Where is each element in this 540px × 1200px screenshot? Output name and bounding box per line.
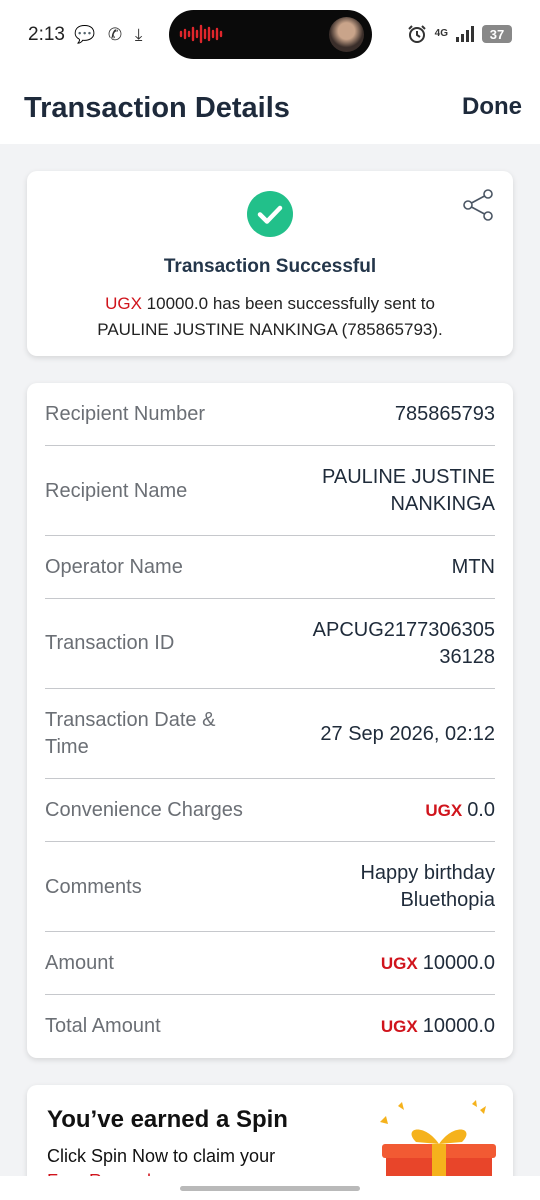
gift-icon <box>380 1100 496 1176</box>
detail-value: PAULINE JUSTINE NANKINGA <box>322 464 495 518</box>
currency-label: UGX <box>380 1017 418 1036</box>
detail-value: UGX 0.0 <box>425 797 495 824</box>
app-header: Transaction Details Done <box>0 70 540 144</box>
detail-label: Amount <box>45 952 114 974</box>
detail-row-convenience-charges: Convenience Charges UGX 0.0 <box>45 779 495 842</box>
status-right: 4G 37 <box>407 22 512 46</box>
detail-value: Happy birthday Bluethopia <box>360 860 495 914</box>
status-bar: 2:13 💬 ✆ ⤓ 4G 37 <box>0 0 540 70</box>
detail-value-line: NANKINGA <box>390 493 495 515</box>
detail-row-transaction-id: Transaction ID APCUG2177306305 36128 <box>45 599 495 689</box>
detail-label: Transaction Date & Time <box>45 707 215 761</box>
detail-label: Recipient Name <box>45 480 188 502</box>
detail-value: MTN <box>451 556 495 578</box>
detail-value-line: Bluethopia <box>400 889 495 911</box>
recipient-line: PAULINE JUSTINE NANKINGA (785865793). <box>97 320 443 339</box>
detail-label-line: Transaction Date & <box>45 709 216 731</box>
home-indicator[interactable] <box>180 1186 360 1191</box>
detail-value-line: APCUG2177306305 <box>312 619 495 641</box>
battery-indicator: 37 <box>482 25 512 43</box>
detail-row-operator: Operator Name MTN <box>45 536 495 599</box>
detail-row-total-amount: Total Amount UGX 10000.0 <box>45 995 495 1058</box>
done-button[interactable]: Done <box>462 93 522 121</box>
detail-value: APCUG2177306305 36128 <box>313 617 495 671</box>
success-title: Transaction Successful <box>163 256 377 277</box>
detail-amount: 10000.0 <box>422 1015 495 1037</box>
detail-value: UGX 10000.0 <box>381 1013 495 1040</box>
detail-label-line: Time <box>45 736 89 758</box>
network-type: 4G <box>434 28 448 39</box>
detail-value-line: PAULINE JUSTINE <box>322 466 495 488</box>
detail-label: Operator Name <box>45 556 183 578</box>
dynamic-island[interactable] <box>169 10 372 59</box>
currency-label: UGX <box>425 801 463 820</box>
detail-label: Convenience Charges <box>45 799 243 821</box>
detail-value: 27 Sep 2026, 02:12 <box>320 723 495 745</box>
avatar <box>329 17 364 52</box>
currency-label: UGX <box>380 954 418 973</box>
detail-value: 785865793 <box>394 403 495 425</box>
share-icon[interactable] <box>461 188 495 222</box>
message-text: has been successfully sent to <box>208 294 435 313</box>
notification-icons: 💬 ✆ ⤓ <box>74 25 147 44</box>
detail-row-date-time: Transaction Date & Time 27 Sep 2026, 02:… <box>45 689 495 779</box>
spin-text: Click Spin Now to claim your <box>47 1146 276 1166</box>
alarm-icon <box>407 25 426 43</box>
success-message: UGX 10000.0 has been successfully sent t… <box>27 291 513 343</box>
detail-amount: 0.0 <box>467 799 495 821</box>
detail-amount: 10000.0 <box>422 952 495 974</box>
page-title: Transaction Details <box>24 92 290 124</box>
detail-value-line: Happy birthday <box>360 862 495 884</box>
detail-label: Comments <box>45 876 142 898</box>
detail-row-comments: Comments Happy birthday Bluethopia <box>45 842 495 932</box>
detail-value-line: 36128 <box>439 646 495 668</box>
detail-value: UGX 10000.0 <box>381 950 495 977</box>
detail-label: Recipient Number <box>45 403 206 425</box>
signal-icon <box>456 26 474 42</box>
audio-wave-icon <box>179 24 223 44</box>
detail-row-recipient-name: Recipient Name PAULINE JUSTINE NANKINGA <box>45 446 495 536</box>
detail-row-amount: Amount UGX 10000.0 <box>45 932 495 995</box>
status-time: 2:13 <box>28 24 65 45</box>
detail-label: Total Amount <box>45 1015 161 1037</box>
spin-title: You’ve earned a Spin <box>47 1106 288 1133</box>
detail-label: Transaction ID <box>45 632 175 654</box>
detail-row-recipient-number: Recipient Number 785865793 <box>45 383 495 446</box>
currency-label: UGX <box>105 294 142 313</box>
sent-amount: 10000.0 <box>146 294 209 313</box>
check-circle-icon <box>247 191 293 237</box>
